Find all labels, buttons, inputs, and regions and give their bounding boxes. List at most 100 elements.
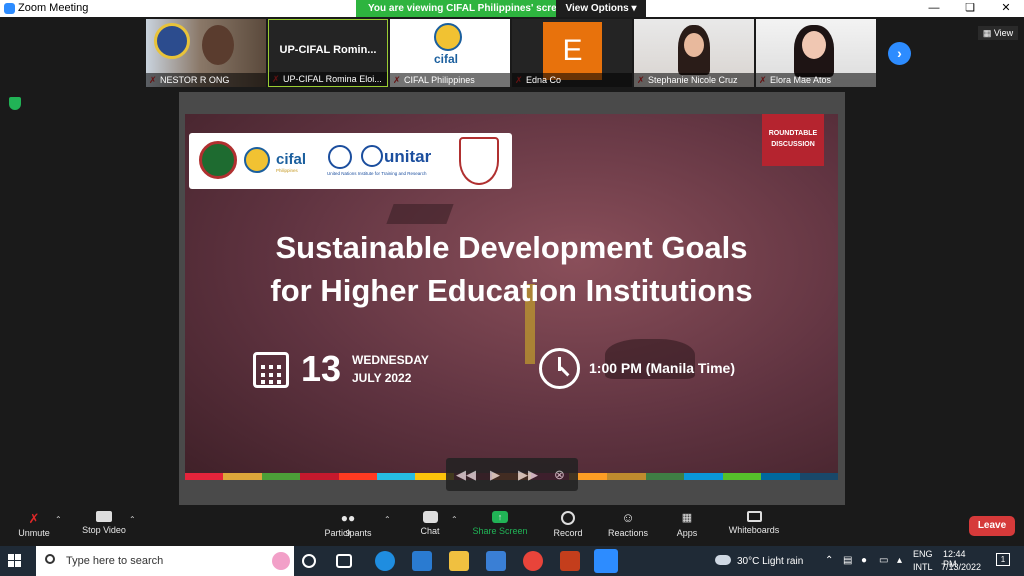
chrome-icon[interactable] (523, 551, 543, 571)
restore-icon[interactable]: ❏ (952, 0, 988, 17)
sdg-color-segment (377, 473, 416, 480)
participant-name: Stephanie Nicole Cruz (634, 73, 754, 87)
store-icon[interactable] (486, 551, 506, 571)
stop-video-label: Stop Video (82, 525, 126, 535)
zoom-app-icon[interactable] (594, 549, 618, 573)
sdg-color-segment (185, 473, 224, 480)
language-line1[interactable]: ENG (913, 549, 933, 559)
next-page-arrow-icon[interactable]: › (888, 42, 911, 65)
close-player-icon[interactable]: ⊗ (554, 467, 565, 483)
headline-line1: Sustainable Development Goals (275, 230, 748, 265)
sdg-color-segment (300, 473, 339, 480)
participant-tile[interactable]: ✗ Stephanie Nicole Cruz (634, 19, 754, 87)
sdg-color-segment (761, 473, 800, 480)
share-screen-button[interactable]: ↑ Share Screen (472, 511, 528, 536)
participant-face (684, 33, 704, 57)
microphone-icon[interactable]: ● (861, 555, 867, 566)
play-icon[interactable]: ▶ (490, 467, 500, 483)
apps-grid-icon: ▦ (681, 512, 693, 524)
view-button[interactable]: ▦ View (978, 26, 1018, 40)
view-button-label: View (993, 28, 1014, 38)
clock-date[interactable]: 7/13/2022 (941, 562, 981, 572)
cifal-globe-icon (244, 147, 270, 173)
sdg-color-segment (799, 473, 838, 480)
sdg-color-segment (645, 473, 685, 480)
participant-name: Elora Mae Atos (756, 73, 876, 87)
sdg-color-segment (607, 473, 646, 480)
notification-count: 1 (1000, 555, 1006, 564)
cifal-globe-icon (434, 23, 462, 51)
participant-tile[interactable]: ✗ Elora Mae Atos (756, 19, 876, 87)
participant-name: CIFAL Philippines (390, 73, 510, 87)
chevron-up-icon[interactable]: ⌃ (384, 515, 391, 524)
edge-browser-icon[interactable] (375, 551, 395, 571)
chevron-up-icon[interactable]: ⌃ (129, 515, 136, 524)
tray-chevron-up-icon[interactable]: ⌃ (825, 555, 833, 566)
close-icon[interactable]: ✕ (988, 0, 1024, 17)
slide-headline: Sustainable Development Goals for Higher… (185, 226, 838, 312)
mail-icon[interactable] (412, 551, 432, 571)
share-screen-label: Share Screen (472, 526, 528, 536)
minimize-icon[interactable]: — (916, 0, 952, 17)
participants-button[interactable]: ●● 9 Participants (322, 511, 374, 538)
notification-icon[interactable]: 1 (996, 553, 1010, 566)
chat-label: Chat (420, 526, 440, 536)
smiley-icon: ☺ (621, 510, 635, 525)
chevron-up-icon[interactable]: ⌃ (451, 515, 458, 524)
participant-name: NESTOR R ONG (146, 73, 266, 87)
rewind-icon[interactable]: ◀◀ (456, 467, 476, 483)
encryption-shield-icon[interactable] (9, 97, 21, 110)
windows-start-icon[interactable] (8, 554, 22, 568)
file-explorer-icon[interactable] (449, 551, 469, 571)
reactions-button[interactable]: ☺ Reactions (606, 510, 650, 539)
chevron-up-icon[interactable]: ⌃ (55, 515, 62, 524)
participant-tile[interactable]: cifal ✗ CIFAL Philippines (390, 19, 510, 87)
sdg-color-segment (722, 473, 762, 480)
event-day: 13 (301, 348, 342, 389)
college-seal-icon (459, 137, 499, 185)
participant-tile[interactable]: E ✗ Edna Co (512, 19, 632, 87)
network-icon[interactable]: ▤ (843, 555, 852, 566)
whiteboards-button[interactable]: Whiteboards (726, 511, 782, 535)
participants-label: Participants (324, 528, 372, 538)
record-label: Record (553, 528, 583, 538)
volume-icon[interactable]: ▴ (897, 555, 902, 566)
battery-icon[interactable]: ▭ (879, 555, 888, 566)
participant-name: UP-CIFAL Romina Eloi... (269, 72, 387, 86)
participant-tile[interactable]: UP-CIFAL Romin... ✗ UP-CIFAL Romina Eloi… (268, 19, 388, 87)
university-seal-icon (154, 23, 190, 59)
participant-tile[interactable]: ✗ NESTOR R ONG (146, 19, 266, 87)
unmute-label: Unmute (18, 528, 50, 538)
window-title: Zoom Meeting (18, 2, 89, 14)
participant-face (802, 31, 826, 59)
cortana-icon[interactable] (302, 554, 316, 568)
apps-label: Apps (676, 528, 698, 538)
record-button[interactable]: Record (550, 511, 586, 538)
cifal-logo-text: cifal (434, 52, 459, 66)
taskbar-search-box[interactable]: Type here to search (36, 546, 294, 576)
leave-button[interactable]: Leave (969, 516, 1015, 536)
apps-button[interactable]: ▦ Apps (674, 511, 700, 538)
fast-forward-icon[interactable]: ▶▶ (518, 467, 538, 483)
task-view-icon[interactable] (336, 554, 352, 568)
unmute-button[interactable]: ✗ Unmute (14, 511, 54, 538)
record-icon (561, 511, 575, 525)
cifal-logo-sub: Philippines (276, 168, 298, 173)
whiteboard-icon (746, 511, 762, 522)
viewing-text: You are viewing CIFAL Philippines' scree… (368, 3, 569, 14)
participant-video-label: UP-CIFAL Romin... (279, 44, 377, 56)
chat-bubble-icon (422, 511, 438, 523)
headline-line2: for Higher Education Institutions (270, 273, 753, 308)
whiteboards-label: Whiteboards (728, 525, 780, 535)
stop-video-button[interactable]: Stop Video (78, 511, 130, 535)
view-options-button[interactable]: View Options ▾ (556, 0, 646, 17)
slide-playback-controls: ◀◀ ▶ ▶▶ ⊗ (446, 458, 578, 491)
share-screen-icon: ↑ (492, 511, 508, 523)
partner-logo-bar: cifal Philippines unitar United Nations … (189, 133, 512, 189)
sdg-color-segment (223, 473, 262, 480)
language-line2[interactable]: INTL (913, 562, 933, 572)
weather-text[interactable]: 30°C Light rain (737, 556, 803, 567)
powerpoint-icon[interactable] (560, 551, 580, 571)
search-icon (45, 554, 55, 564)
chat-button[interactable]: Chat (414, 511, 446, 536)
